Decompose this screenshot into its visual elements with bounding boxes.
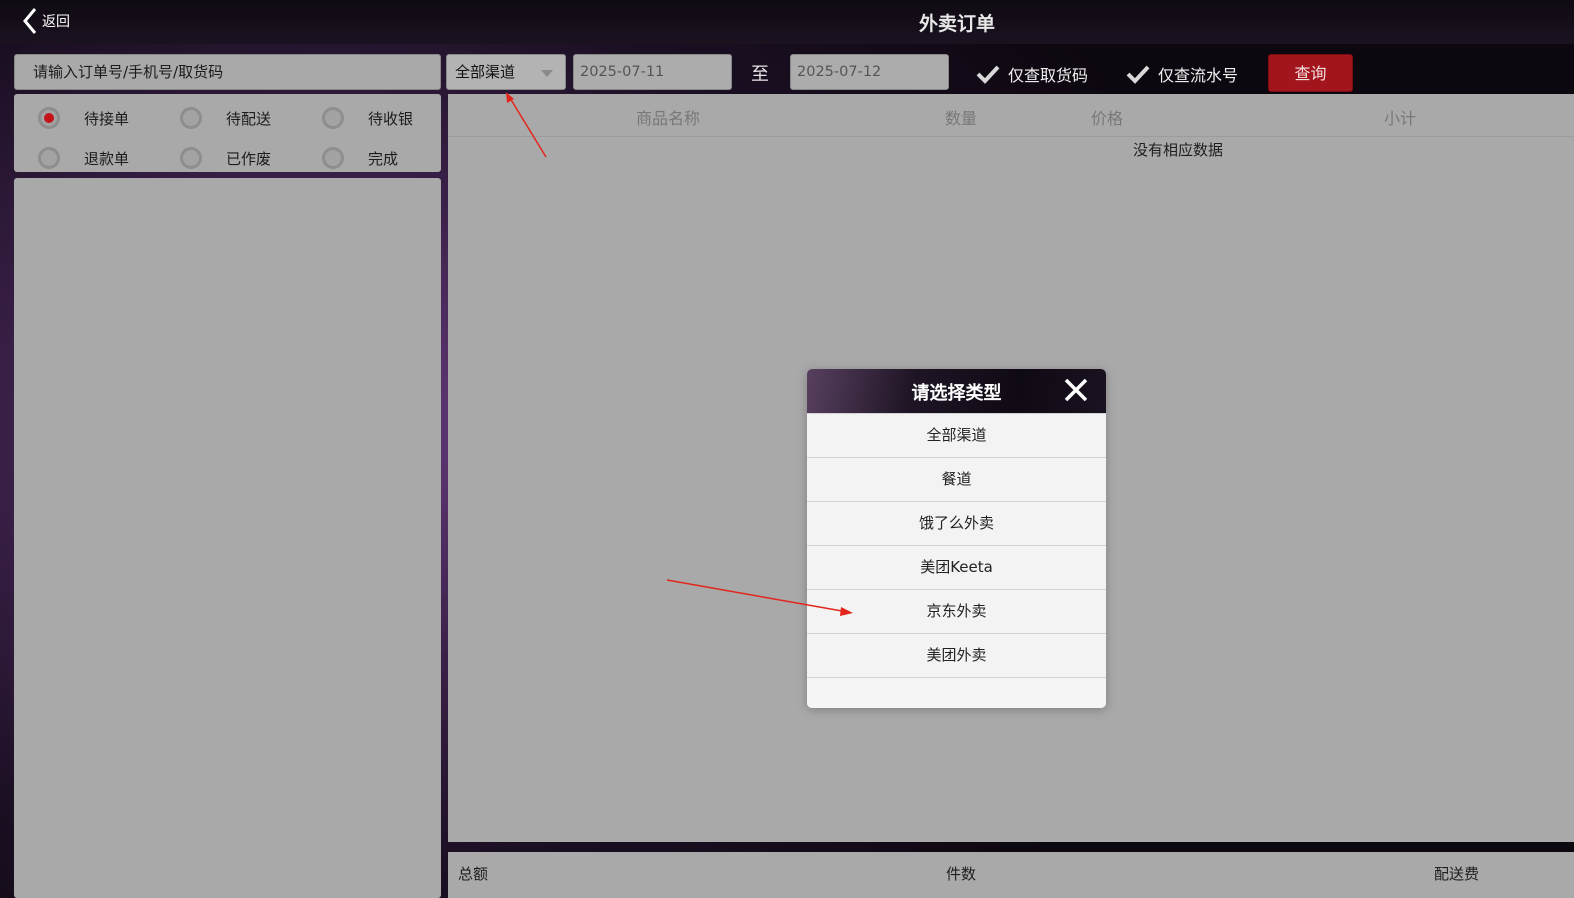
header-divider — [448, 136, 1574, 137]
pickup-code-only-checkbox[interactable]: 仅查取货码 — [976, 62, 1088, 86]
status-label: 退款单 — [84, 149, 130, 168]
status-radio-pending-accept[interactable]: 待接单 — [38, 107, 129, 129]
status-radio-completed[interactable]: 完成 — [322, 147, 398, 169]
status-label: 待接单 — [84, 109, 130, 128]
dialog-title: 请选择类型 — [911, 383, 1002, 404]
radio-icon — [322, 147, 344, 169]
chevron-down-icon — [541, 70, 553, 77]
status-radio-voided[interactable]: 已作废 — [180, 147, 271, 169]
back-label: 返回 — [42, 14, 70, 30]
radio-selected-icon — [38, 107, 60, 129]
serial-only-label: 仅查流水号 — [1158, 66, 1239, 85]
query-button[interactable]: 查询 — [1268, 54, 1353, 92]
column-header-product-name: 商品名称 — [636, 109, 701, 128]
channel-option-all[interactable]: 全部渠道 — [807, 413, 1106, 457]
status-radio-pending-delivery[interactable]: 待配送 — [180, 107, 271, 129]
status-radio-pending-checkout[interactable]: 待收银 — [322, 107, 413, 129]
check-icon — [1126, 65, 1150, 84]
status-label: 完成 — [368, 149, 399, 168]
channel-option-eleme[interactable]: 饿了么外卖 — [807, 501, 1106, 545]
date-from-input[interactable]: 2025-07-11 04:00:00 — [573, 54, 732, 114]
item-count-label: 件数 — [946, 865, 977, 883]
order-list-panel[interactable] — [14, 178, 441, 898]
chevron-left-icon — [23, 8, 37, 34]
check-icon — [976, 65, 1000, 84]
status-radio-refund[interactable]: 退款单 — [38, 147, 129, 169]
column-header-quantity: 数量 — [945, 109, 978, 128]
total-label: 总额 — [458, 865, 489, 883]
radio-icon — [38, 147, 60, 169]
top-bar — [0, 0, 1574, 44]
date-range-separator: 至 — [751, 64, 769, 85]
close-icon[interactable] — [1063, 377, 1089, 403]
delivery-fee-label: 配送费 — [1434, 865, 1480, 883]
channel-type-dialog: 请选择类型 全部渠道 餐道 饿了么外卖 美团Keeta 京东外卖 美团外卖 — [807, 369, 1106, 708]
empty-message: 没有相应数据 — [1133, 141, 1224, 159]
radio-icon — [180, 147, 202, 169]
summary-footer — [448, 852, 1574, 898]
status-label: 待配送 — [226, 109, 272, 128]
channel-option-meituan-keeta[interactable]: 美团Keeta — [807, 545, 1106, 589]
radio-icon — [180, 107, 202, 129]
channel-option-empty — [807, 677, 1106, 708]
channel-option-candao[interactable]: 餐道 — [807, 457, 1106, 501]
radio-icon — [322, 107, 344, 129]
status-label: 待收银 — [368, 109, 414, 128]
serial-only-checkbox[interactable]: 仅查流水号 — [1126, 62, 1238, 86]
pickup-code-only-label: 仅查取货码 — [1008, 66, 1089, 85]
channel-select[interactable]: 全部渠道 — [446, 54, 566, 90]
column-header-subtotal: 小计 — [1384, 109, 1417, 128]
search-input[interactable]: 请输入订单号/手机号/取货码 — [14, 54, 441, 90]
channel-option-jd[interactable]: 京东外卖 — [807, 589, 1106, 633]
channel-option-meituan[interactable]: 美团外卖 — [807, 633, 1106, 677]
back-button[interactable]: 返回 — [20, 6, 70, 36]
status-label: 已作废 — [226, 149, 272, 168]
column-header-price: 价格 — [1091, 109, 1124, 128]
channel-select-value: 全部渠道 — [455, 63, 516, 81]
date-to-input[interactable]: 2025-07-12 03:59:59 — [790, 54, 949, 114]
